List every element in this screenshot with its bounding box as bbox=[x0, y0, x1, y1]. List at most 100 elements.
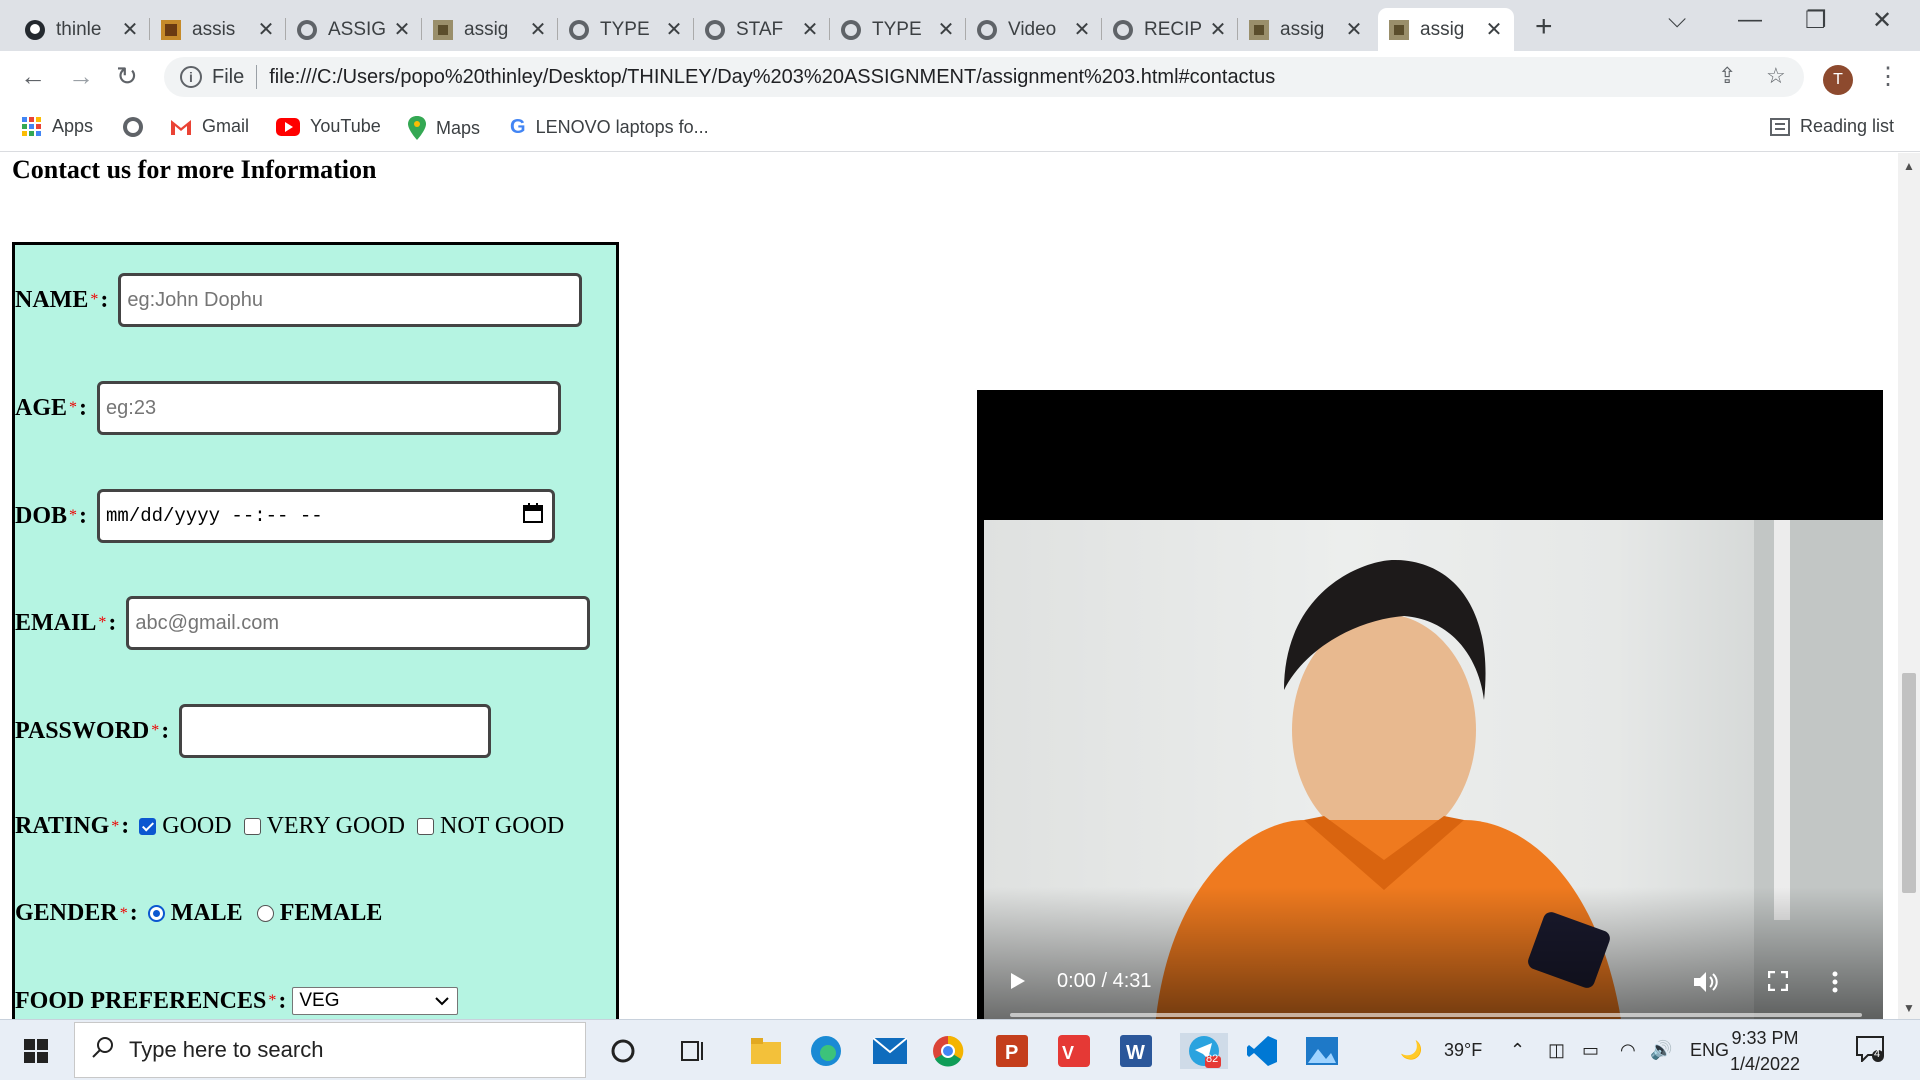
vscode-icon[interactable] bbox=[1244, 1033, 1280, 1069]
colon: : bbox=[108, 609, 117, 636]
bookmark-gmail[interactable]: Gmail bbox=[170, 116, 249, 137]
password-input[interactable] bbox=[179, 704, 492, 758]
tab-9[interactable]: assig ✕ bbox=[1238, 8, 1374, 51]
restore-button[interactable]: ❐ bbox=[1805, 6, 1827, 35]
close-icon[interactable]: ✕ bbox=[120, 17, 140, 42]
address-bar[interactable]: i File file:///C:/Users/popo%20thinley/D… bbox=[164, 57, 1804, 97]
wifi-icon[interactable]: ◠ bbox=[1620, 1040, 1636, 1061]
weather-moon-icon[interactable]: 🌙 bbox=[1400, 1040, 1422, 1061]
reading-list-icon bbox=[1770, 117, 1790, 136]
edge-icon[interactable] bbox=[808, 1033, 844, 1069]
bookmark-apps[interactable]: Apps bbox=[22, 116, 93, 137]
tab-5[interactable]: STAF ✕ bbox=[694, 8, 830, 51]
bookmark-star-icon[interactable]: ☆ bbox=[1766, 63, 1786, 89]
scroll-down-arrow-icon[interactable]: ▼ bbox=[1903, 1001, 1915, 1015]
volume-icon[interactable] bbox=[1693, 971, 1719, 998]
tab-10-active[interactable]: assig ✕ bbox=[1378, 8, 1514, 51]
scrollbar-thumb[interactable] bbox=[1902, 673, 1916, 893]
rating-not-good-checkbox[interactable] bbox=[417, 818, 435, 835]
reading-list-button[interactable]: Reading list bbox=[1770, 116, 1894, 137]
email-input[interactable]: abc@gmail.com bbox=[126, 596, 591, 650]
play-icon[interactable] bbox=[1010, 972, 1026, 995]
chevron-down-icon bbox=[435, 990, 450, 1012]
reload-button[interactable]: ↻ bbox=[116, 61, 138, 92]
powerpoint-icon[interactable]: P bbox=[994, 1033, 1030, 1069]
calendar-icon[interactable] bbox=[522, 502, 544, 530]
taskbar-search-box[interactable]: Type here to search bbox=[74, 1022, 586, 1078]
bookmark-label: LENOVO laptops fo... bbox=[535, 117, 709, 137]
word-icon[interactable]: W bbox=[1118, 1033, 1154, 1069]
image-icon bbox=[1388, 19, 1410, 41]
gender-male-radio[interactable] bbox=[147, 905, 165, 922]
browser-menu-icon[interactable]: ⋮ bbox=[1876, 62, 1900, 91]
food-preferences-select[interactable]: VEG bbox=[292, 987, 459, 1015]
close-icon[interactable]: ✕ bbox=[1484, 17, 1504, 42]
cortana-icon[interactable] bbox=[605, 1033, 641, 1069]
rating-very-good-checkbox[interactable] bbox=[243, 818, 261, 835]
close-icon[interactable]: ✕ bbox=[1072, 17, 1092, 42]
tab-4[interactable]: TYPE ✕ bbox=[558, 8, 694, 51]
globe-icon bbox=[296, 19, 318, 41]
close-icon[interactable]: ✕ bbox=[800, 17, 820, 42]
back-button[interactable]: ← bbox=[20, 61, 46, 92]
bookmark-globe[interactable] bbox=[122, 116, 154, 138]
notifications-icon[interactable]: 4 bbox=[1856, 1036, 1884, 1067]
tab-title: ASSIG bbox=[328, 18, 387, 40]
weather-temperature[interactable]: 39°F bbox=[1444, 1040, 1482, 1061]
close-icon[interactable]: ✕ bbox=[664, 17, 684, 42]
url-text[interactable]: file:///C:/Users/popo%20thinley/Desktop/… bbox=[269, 66, 1275, 89]
meet-now-icon[interactable]: ◫ bbox=[1548, 1040, 1565, 1061]
volume-tray-icon[interactable]: 🔊 bbox=[1650, 1040, 1672, 1061]
video-progress-bar[interactable] bbox=[1010, 1013, 1862, 1017]
bookmark-maps[interactable]: Maps bbox=[408, 116, 480, 140]
close-icon[interactable]: ✕ bbox=[392, 17, 412, 42]
task-view-icon[interactable] bbox=[676, 1033, 712, 1069]
close-icon[interactable]: ✕ bbox=[1344, 17, 1364, 42]
minimize-button[interactable]: — bbox=[1738, 6, 1762, 34]
tab-0[interactable]: thinle ✕ bbox=[14, 8, 150, 51]
telegram-icon[interactable]: 82 bbox=[1180, 1033, 1228, 1069]
share-icon[interactable]: ⇪ bbox=[1718, 63, 1736, 89]
dob-input[interactable]: mm/dd/yyyy --:-- -- bbox=[97, 489, 556, 543]
toolbar: ← → ↻ i File file:///C:/Users/popo%20thi… bbox=[0, 51, 1920, 104]
rating-good-checkbox[interactable] bbox=[139, 818, 157, 835]
mail-icon[interactable] bbox=[872, 1033, 908, 1069]
close-icon[interactable]: ✕ bbox=[1208, 17, 1228, 42]
chrome-icon[interactable] bbox=[930, 1033, 966, 1069]
avatar[interactable]: T bbox=[1823, 65, 1853, 95]
tray-chevron-up-icon[interactable]: ⌃ bbox=[1510, 1040, 1525, 1061]
tab-1[interactable]: assis ✕ bbox=[150, 8, 286, 51]
clock[interactable]: 9:33 PM 1/4/2022 bbox=[1730, 1025, 1800, 1077]
video-options-icon[interactable] bbox=[1832, 971, 1838, 998]
vpn-icon[interactable]: V bbox=[1056, 1033, 1092, 1069]
windows-start-icon[interactable] bbox=[18, 1033, 54, 1069]
tab-6[interactable]: TYPE ✕ bbox=[830, 8, 966, 51]
close-icon[interactable]: ✕ bbox=[256, 17, 276, 42]
photos-icon[interactable] bbox=[1304, 1033, 1340, 1069]
fullscreen-icon[interactable] bbox=[1767, 970, 1789, 996]
tab-3[interactable]: assig ✕ bbox=[422, 8, 558, 51]
new-tab-button[interactable]: + bbox=[1535, 10, 1553, 44]
gender-female-radio[interactable] bbox=[256, 905, 274, 922]
name-input[interactable]: eg:John Dophu bbox=[118, 273, 583, 327]
language-indicator[interactable]: ENG bbox=[1690, 1040, 1729, 1061]
forward-button[interactable]: → bbox=[68, 61, 94, 92]
bookmark-lenovo[interactable]: G LENOVO laptops fo... bbox=[510, 116, 709, 139]
dob-row: DOB * : mm/dd/yyyy --:-- -- bbox=[15, 489, 556, 543]
tab-search-chevron-icon[interactable]: ⌵ bbox=[1668, 6, 1686, 34]
tab-8[interactable]: RECIP ✕ bbox=[1102, 8, 1238, 51]
tab-7[interactable]: Video ✕ bbox=[966, 8, 1102, 51]
info-icon[interactable]: i bbox=[180, 66, 202, 88]
file-explorer-icon[interactable] bbox=[748, 1033, 784, 1069]
video-player[interactable]: 0:00 / 4:31 bbox=[977, 390, 1883, 1019]
close-icon[interactable]: ✕ bbox=[528, 17, 548, 42]
battery-icon[interactable]: ▭ bbox=[1582, 1040, 1599, 1061]
tab-2[interactable]: ASSIG ✕ bbox=[286, 8, 422, 51]
close-icon[interactable]: ✕ bbox=[936, 17, 956, 42]
age-input[interactable]: eg:23 bbox=[97, 381, 562, 435]
bookmark-youtube[interactable]: YouTube bbox=[276, 116, 381, 137]
close-window-button[interactable]: ✕ bbox=[1872, 6, 1892, 35]
globe-icon bbox=[840, 19, 862, 41]
page-scrollbar[interactable]: ▲ ▼ bbox=[1898, 153, 1920, 1019]
scroll-up-arrow-icon[interactable]: ▲ bbox=[1903, 159, 1915, 173]
